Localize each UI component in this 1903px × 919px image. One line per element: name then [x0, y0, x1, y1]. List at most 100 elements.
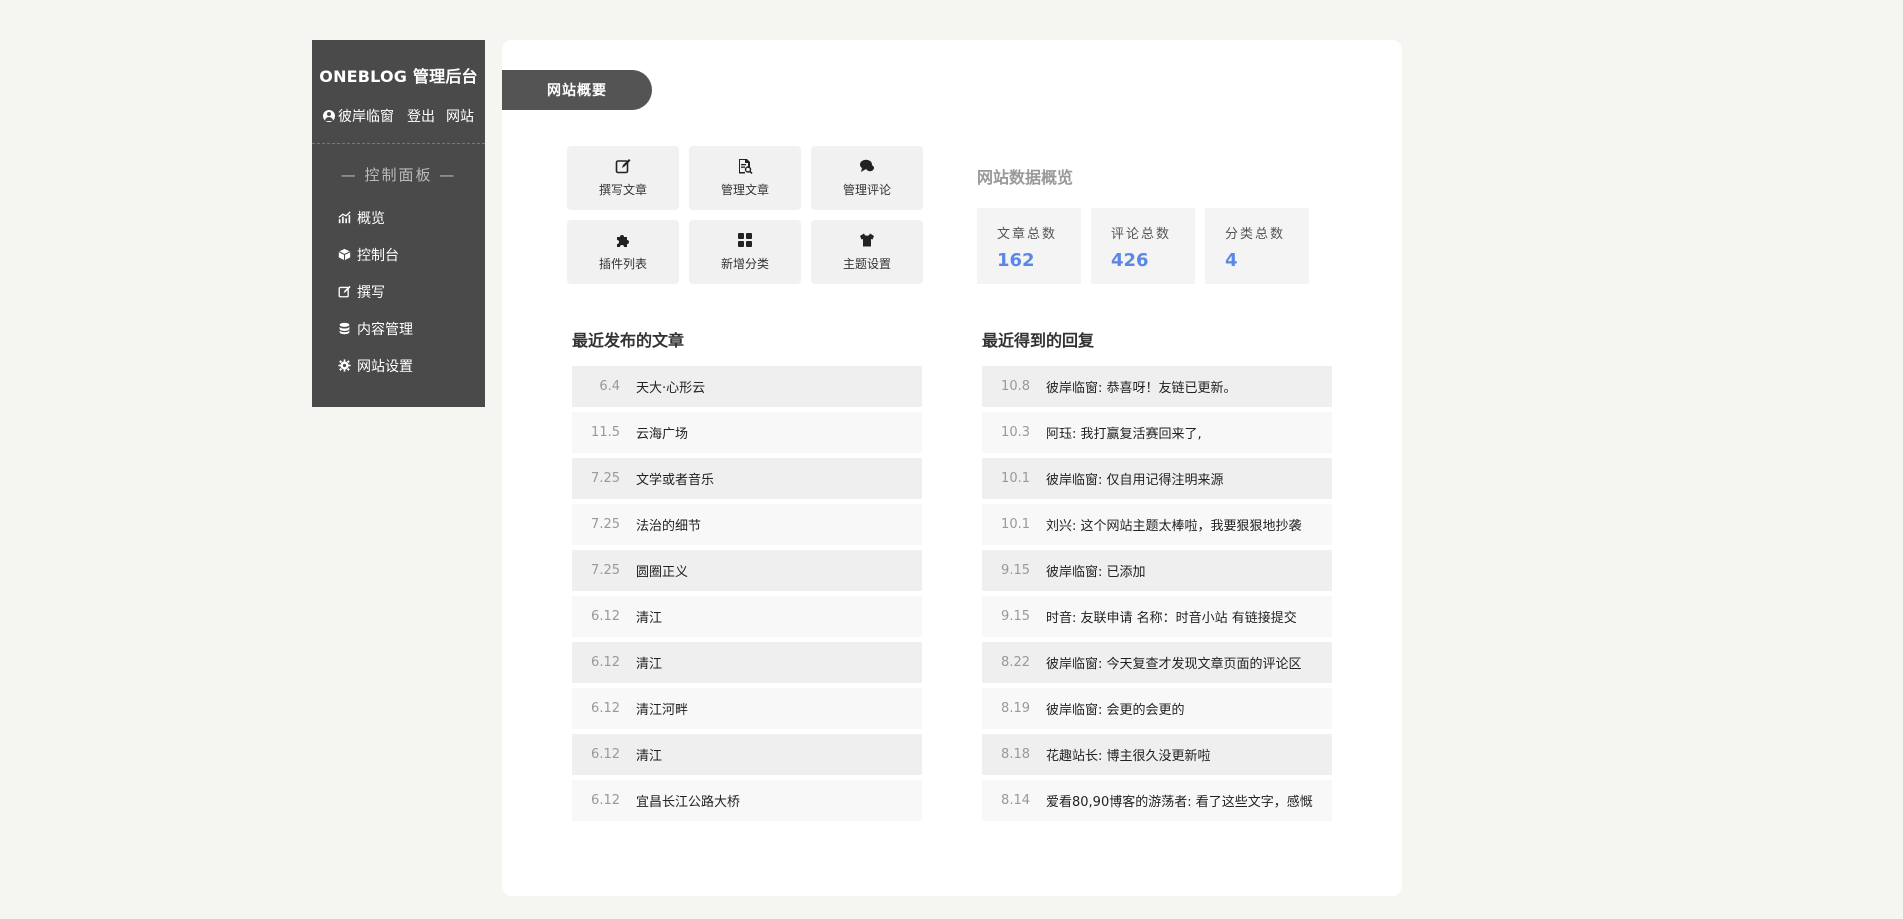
- post-row: 6.12 清江河畔: [572, 688, 922, 729]
- quick-actions: 撰写文章 管理文章 管理评论 插件列表 新增分类 主题设置: [567, 146, 927, 284]
- user-icon: [323, 110, 335, 122]
- stat-card-posts: 文章总数 162: [977, 208, 1081, 284]
- post-date: 6.12: [591, 747, 620, 762]
- sidebar-menu: 概览 控制台 撰写 内容管理 网站设置: [312, 199, 485, 384]
- shirt-icon: [859, 232, 875, 248]
- reply-date: 10.3: [1001, 425, 1030, 440]
- quick-label: 管理评论: [842, 183, 891, 197]
- recent-replies-list: 10.8 彼岸临窗: 恭喜呀！友链已更新。 10.3 阿珏: 我打赢复活赛回来了, …: [982, 366, 1332, 826]
- quick-label: 新增分类: [720, 257, 769, 271]
- stat-value: 162: [997, 250, 1035, 271]
- reply-date: 8.18: [1001, 747, 1030, 762]
- logout-link[interactable]: 登出: [407, 106, 435, 126]
- reply-date: 10.1: [1001, 517, 1030, 532]
- reply-row: 8.19 彼岸临窗: 会更的会更的: [982, 688, 1332, 729]
- quick-label: 插件列表: [598, 257, 647, 271]
- stat-label: 文章总数: [997, 227, 1058, 242]
- stats-cards: 文章总数 162 评论总数 426 分类总数 4: [977, 208, 1309, 284]
- post-row: 6.12 宜昌长江公路大桥: [572, 780, 922, 821]
- post-row: 7.25 文学或者音乐: [572, 458, 922, 499]
- reply-row: 8.14 爱看80,90博客的游荡者: 看了这些文字，感慨: [982, 780, 1332, 821]
- post-title-link[interactable]: 清江河畔: [636, 699, 702, 718]
- post-row: 7.25 法治的细节: [572, 504, 922, 545]
- reply-text-link[interactable]: 时音: 友联申请 名称：时音小站 有链接提交: [1046, 607, 1311, 626]
- recent-posts-list: 6.4 天大·心形云 11.5 云海广场 7.25 文学或者音乐 7.25 法治的细节 …: [572, 366, 922, 826]
- reply-text-link[interactable]: 彼岸临窗: 已添加: [1046, 561, 1160, 580]
- stat-label: 分类总数: [1225, 227, 1286, 242]
- post-title-link[interactable]: 天大·心形云: [636, 377, 719, 396]
- reply-date: 9.15: [1001, 609, 1030, 624]
- post-date: 6.12: [591, 609, 620, 624]
- edit-icon: [338, 285, 351, 298]
- sidebar-item-label: 控制台: [357, 247, 399, 264]
- post-date: 6.12: [591, 655, 620, 670]
- reply-row: 8.18 花趣站长: 博主很久没更新啦: [982, 734, 1332, 775]
- reply-text-link[interactable]: 彼岸临窗: 今天复查才发现文章页面的评论区: [1046, 653, 1316, 672]
- post-title-link[interactable]: 法治的细节: [636, 515, 715, 534]
- stat-value: 426: [1111, 250, 1149, 271]
- post-title-link[interactable]: 宜昌长江公路大桥: [636, 791, 754, 810]
- main-panel: 网站概要 撰写文章 管理文章 管理评论 插件列表 新增分类 主题设置 网站数据概…: [502, 40, 1402, 896]
- post-date: 7.25: [591, 563, 620, 578]
- post-title-link[interactable]: 圆圈正义: [636, 561, 702, 580]
- post-date: 6.4: [599, 379, 620, 394]
- reply-date: 9.15: [1001, 563, 1030, 578]
- reply-text-link[interactable]: 彼岸临窗: 恭喜呀！友链已更新。: [1046, 377, 1251, 396]
- comments-icon: [859, 158, 875, 174]
- reply-row: 9.15 彼岸临窗: 已添加: [982, 550, 1332, 591]
- post-date: 11.5: [591, 425, 620, 440]
- sidebar-item-label: 内容管理: [357, 321, 413, 338]
- sidebar-item-overview[interactable]: 概览: [312, 199, 485, 236]
- post-date: 6.12: [591, 793, 620, 808]
- post-date: 7.25: [591, 517, 620, 532]
- reply-date: 8.22: [1001, 655, 1030, 670]
- post-title-link[interactable]: 文学或者音乐: [636, 469, 728, 488]
- post-title-link[interactable]: 清江: [636, 653, 676, 672]
- user-link[interactable]: 彼岸临窗: [323, 106, 394, 126]
- manage-comments-button[interactable]: 管理评论: [811, 146, 923, 210]
- post-title-link[interactable]: 清江: [636, 745, 676, 764]
- site-link[interactable]: 网站: [446, 106, 474, 126]
- user-name: 彼岸临窗: [338, 109, 394, 125]
- reply-date: 10.8: [1001, 379, 1030, 394]
- reply-row: 10.1 刘兴: 这个网站主题太棒啦，我要狠狠地抄袭: [982, 504, 1332, 545]
- puzzle-icon: [615, 232, 631, 248]
- recent-posts-title: 最近发布的文章: [572, 331, 685, 350]
- panel-title: — 控制面板 —: [340, 166, 457, 184]
- write-post-button[interactable]: 撰写文章: [567, 146, 679, 210]
- post-row: 6.12 清江: [572, 642, 922, 683]
- reply-text-link[interactable]: 彼岸临窗: 会更的会更的: [1046, 699, 1199, 718]
- post-row: 6.12 清江: [572, 596, 922, 637]
- post-title-link[interactable]: 云海广场: [636, 423, 702, 442]
- gear-icon: [338, 359, 351, 372]
- reply-text-link[interactable]: 刘兴: 这个网站主题太棒啦，我要狠狠地抄袭: [1046, 515, 1316, 534]
- sidebar-item-label: 网站设置: [357, 358, 413, 375]
- quick-label: 管理文章: [720, 183, 769, 197]
- reply-text-link[interactable]: 花趣站长: 博主很久没更新啦: [1046, 745, 1225, 764]
- cube-icon: [338, 248, 351, 261]
- theme-settings-button[interactable]: 主题设置: [811, 220, 923, 284]
- manage-posts-button[interactable]: 管理文章: [689, 146, 801, 210]
- post-date: 7.25: [591, 471, 620, 486]
- plugins-button[interactable]: 插件列表: [567, 220, 679, 284]
- user-bar: 彼岸临窗 登出 网站: [312, 106, 485, 126]
- brand-title: ONEBLOG 管理后台: [319, 67, 478, 86]
- reply-row: 10.1 彼岸临窗: 仅自用记得注明来源: [982, 458, 1332, 499]
- reply-text-link[interactable]: 爱看80,90博客的游荡者: 看了这些文字，感慨: [1046, 791, 1327, 810]
- sidebar-item-write[interactable]: 撰写: [312, 273, 485, 310]
- chart-icon: [338, 211, 351, 224]
- tab-overview[interactable]: 网站概要: [502, 70, 652, 110]
- sidebar-item-content[interactable]: 内容管理: [312, 310, 485, 347]
- sidebar-item-label: 概览: [357, 210, 385, 227]
- file-search-icon: [737, 158, 753, 174]
- reply-text-link[interactable]: 彼岸临窗: 仅自用记得注明来源: [1046, 469, 1238, 488]
- quick-label: 撰写文章: [598, 183, 647, 197]
- post-title-link[interactable]: 清江: [636, 607, 676, 626]
- reply-text-link[interactable]: 阿珏: 我打赢复活赛回来了,: [1046, 423, 1216, 442]
- sidebar-item-settings[interactable]: 网站设置: [312, 347, 485, 384]
- reply-date: 8.19: [1001, 701, 1030, 716]
- add-category-button[interactable]: 新增分类: [689, 220, 801, 284]
- reply-row: 10.3 阿珏: 我打赢复活赛回来了,: [982, 412, 1332, 453]
- sidebar-item-console[interactable]: 控制台: [312, 236, 485, 273]
- sidebar-divider: [312, 143, 485, 144]
